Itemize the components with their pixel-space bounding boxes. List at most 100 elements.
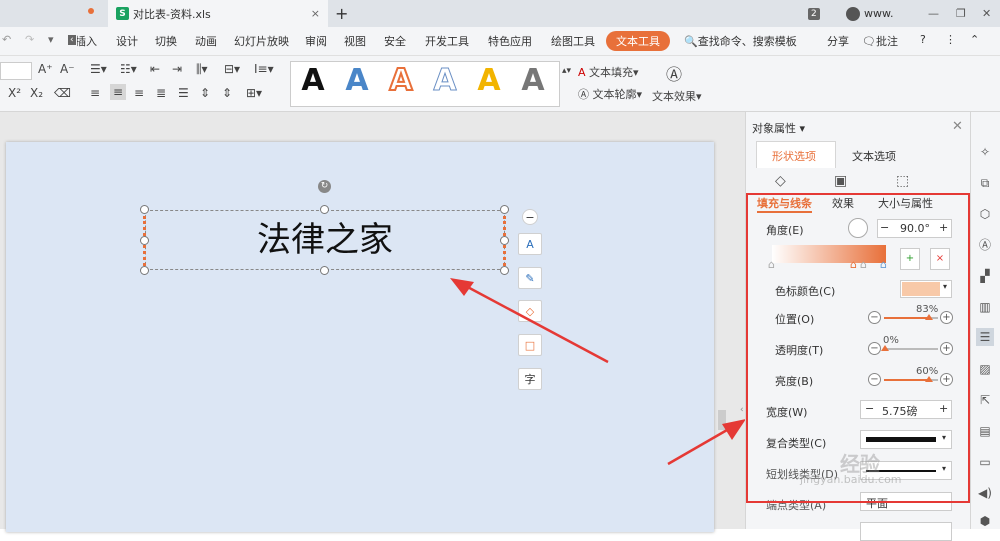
share-button[interactable]: 分享 (827, 33, 849, 49)
scroll-left-icon[interactable]: ‹ (68, 35, 76, 45)
redo-icon[interactable]: ↷ (25, 33, 34, 46)
settings-icon[interactable]: ⬢ (978, 514, 992, 528)
highlight-box (746, 193, 970, 503)
distribute-icon[interactable]: ☰ (178, 86, 189, 100)
chart-icon[interactable]: ▥ (978, 300, 992, 314)
comment-button[interactable]: 🗨批注 (862, 33, 898, 49)
tab-shape-options-label: 形状选项 (772, 150, 816, 163)
align-center-icon[interactable]: ≡ (110, 84, 127, 100)
text-icon[interactable]: Ⓐ (978, 238, 992, 252)
numbered-list-icon[interactable]: ☷▾ (120, 62, 137, 76)
search-label: 查找命令、搜索模板 (697, 35, 797, 48)
minimize-icon[interactable]: — (928, 0, 939, 27)
resize-handle-left[interactable] (140, 236, 149, 245)
spacing-after-icon[interactable]: ⇕ (222, 86, 232, 100)
text-style-blue-outline[interactable]: A (430, 61, 460, 101)
font-size-input[interactable] (0, 62, 32, 80)
grow-font-icon[interactable]: A⁺ (38, 62, 53, 76)
superscript-icon[interactable]: X² (8, 86, 21, 100)
text-style-yellow[interactable]: A (474, 61, 504, 101)
user-account[interactable]: www. (846, 0, 906, 27)
effects-icon[interactable]: ▣ (834, 173, 847, 189)
resize-handle-bottom-left[interactable] (140, 266, 149, 275)
animation-icon[interactable]: ⧉ (978, 176, 992, 190)
search-command[interactable]: 🔍查找命令、搜索模板 (684, 33, 797, 49)
shrink-font-icon[interactable]: A⁻ (60, 62, 75, 76)
line-spacing-icon[interactable]: Ⅰ≡▾ (254, 62, 274, 76)
size-icon[interactable]: ⬚ (896, 173, 909, 189)
text-fill-button[interactable]: A 文本填充▾ (578, 64, 639, 80)
columns-icon[interactable]: ⫼▾ (196, 62, 208, 77)
tab-xls-file[interactable]: S 对比表-资料.xls × (108, 0, 328, 27)
text-wrap-icon[interactable]: A (518, 233, 542, 255)
properties-icon[interactable]: ☰ (976, 328, 994, 346)
close-panel-icon[interactable]: ✕ (952, 119, 963, 134)
tab-view[interactable]: 视图 (344, 33, 366, 49)
tab-developer[interactable]: 开发工具 (425, 33, 469, 49)
more-icon[interactable]: ⋮ (945, 33, 956, 46)
justify-icon[interactable]: ≣ (156, 86, 166, 100)
panel-title-label: 对象属性 (752, 122, 796, 135)
resize-handle-top[interactable] (320, 205, 329, 214)
share-out-icon[interactable]: ⇱ (978, 393, 992, 407)
paragraph-settings-icon[interactable]: ⊞▾ (246, 86, 262, 100)
shapes-icon[interactable]: ⬡ (978, 207, 992, 221)
text-fill-icon: A (578, 66, 586, 79)
tab-special[interactable]: 特色应用 (488, 33, 532, 49)
collapse-ribbon-icon[interactable]: ⌃ (970, 33, 979, 46)
align-left-icon[interactable]: ≡ (90, 86, 100, 100)
resize-handle-right[interactable] (500, 236, 509, 245)
resize-handle-bottom[interactable] (320, 266, 329, 275)
tab-drawing-tools[interactable]: 绘图工具 (551, 33, 595, 49)
tab-design[interactable]: 设计 (116, 33, 138, 49)
text-style-black[interactable]: A (298, 61, 328, 101)
tab-text-options[interactable]: 文本选项 (852, 148, 896, 164)
quick-access-dropdown-icon[interactable]: ▾ (48, 33, 54, 46)
text-direction-icon[interactable]: ⊟▾ (224, 62, 240, 76)
avatar (846, 6, 860, 21)
tab-insert[interactable]: 插入 (77, 33, 97, 49)
picture-icon[interactable]: ▨ (978, 362, 992, 376)
align-right-icon[interactable]: ≡ (134, 86, 144, 100)
slide-text[interactable]: 法律之家 (145, 220, 505, 260)
text-effect-button[interactable]: 文本效果▾ (652, 88, 702, 104)
spacing-before-icon[interactable]: ⇕ (200, 86, 210, 100)
next-field[interactable] (860, 522, 952, 541)
close-tab-icon[interactable]: × (311, 7, 320, 20)
bullet-list-icon[interactable]: ☰▾ (90, 62, 107, 76)
resize-handle-top-left[interactable] (140, 205, 149, 214)
decrease-indent-icon[interactable]: ⇤ (150, 62, 160, 76)
tab-transition[interactable]: 切换 (155, 33, 177, 49)
subscript-icon[interactable]: X₂ (30, 86, 43, 100)
help-icon[interactable]: ? (920, 33, 926, 46)
clear-format-icon[interactable]: ⌫ (54, 86, 71, 100)
design-icon[interactable]: ✧ (978, 145, 992, 159)
text-style-blue[interactable]: A (342, 61, 372, 101)
collapse-tools-button[interactable]: − (522, 209, 538, 225)
tab-security[interactable]: 安全 (384, 33, 406, 49)
close-window-icon[interactable]: ✕ (982, 0, 991, 27)
tab-text-tools[interactable]: 文本工具 (606, 31, 670, 51)
rotate-handle-icon[interactable]: ↻ (318, 180, 331, 193)
increase-indent-icon[interactable]: ⇥ (172, 62, 182, 76)
text-style-gray[interactable]: A (518, 61, 548, 101)
restore-icon[interactable]: ❐ (956, 0, 966, 27)
ribbon-tabs: ↶ ↷ ▾ ‹ 插入 设计 切换 动画 幻灯片放映 审阅 视图 安全 开发工具 … (0, 27, 1000, 56)
text-format-icon[interactable]: 字 (518, 368, 542, 390)
resize-handle-top-right[interactable] (500, 205, 509, 214)
archive-icon[interactable]: ▤ (978, 424, 992, 438)
gallery-scroll-icon[interactable]: ▴▾ (562, 66, 571, 76)
image-icon[interactable]: ▭ (978, 455, 992, 469)
style-icon[interactable]: ▞ (978, 269, 992, 283)
comment-icon: 🗨 (862, 35, 876, 48)
fill-line-icon[interactable]: ◇ (775, 173, 786, 189)
text-outline-button[interactable]: Ⓐ 文本轮廓▾ (578, 86, 642, 102)
new-tab-button[interactable]: + (335, 0, 355, 27)
text-style-orange-outline[interactable]: A (386, 61, 416, 101)
tab-slideshow[interactable]: 幻灯片放映 (234, 33, 289, 49)
tab-review[interactable]: 审阅 (305, 33, 327, 49)
tab-animation[interactable]: 动画 (195, 33, 217, 49)
tab-previous[interactable] (0, 0, 108, 27)
undo-icon[interactable]: ↶ (2, 33, 11, 46)
audio-icon[interactable]: ◀) (978, 486, 992, 500)
